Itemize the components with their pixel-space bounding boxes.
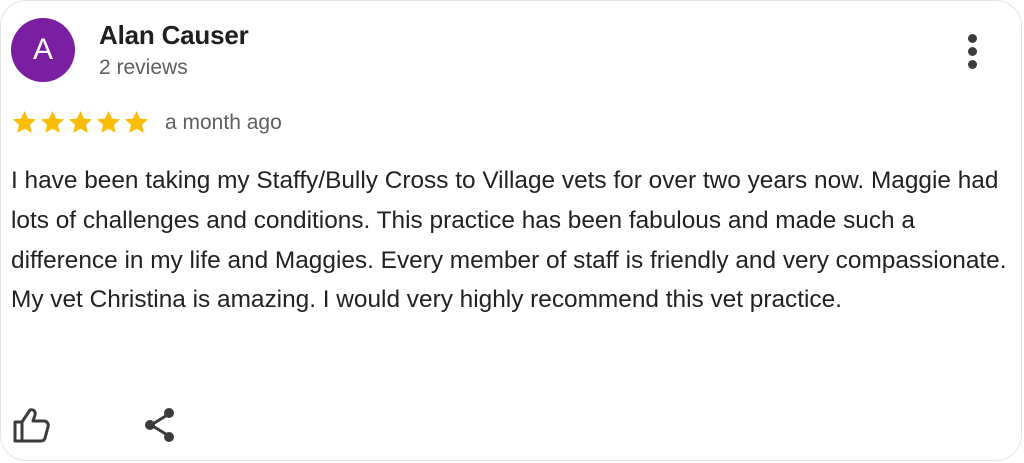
star-icon — [40, 110, 65, 133]
share-button[interactable] — [141, 405, 181, 445]
reviewer-name[interactable]: Alan Causer — [99, 20, 249, 51]
star-icon — [68, 110, 93, 133]
thumbs-up-icon — [13, 408, 50, 443]
star-rating — [11, 109, 150, 136]
review-text: I have been taking my Staffy/Bully Cross… — [11, 167, 1007, 314]
review-date: a month ago — [165, 111, 282, 134]
star-icon — [124, 110, 149, 133]
reviewer-review-count: 2 reviews — [99, 56, 188, 79]
star-icon — [12, 110, 37, 133]
star-icon — [96, 110, 121, 133]
review-card: A Alan Causer 2 reviews a month ago I ha… — [0, 0, 1022, 461]
more-options-button[interactable] — [956, 29, 990, 75]
avatar[interactable]: A — [11, 18, 75, 82]
like-button[interactable] — [12, 405, 52, 445]
share-icon — [145, 408, 174, 442]
rating-row: a month ago — [11, 107, 282, 137]
